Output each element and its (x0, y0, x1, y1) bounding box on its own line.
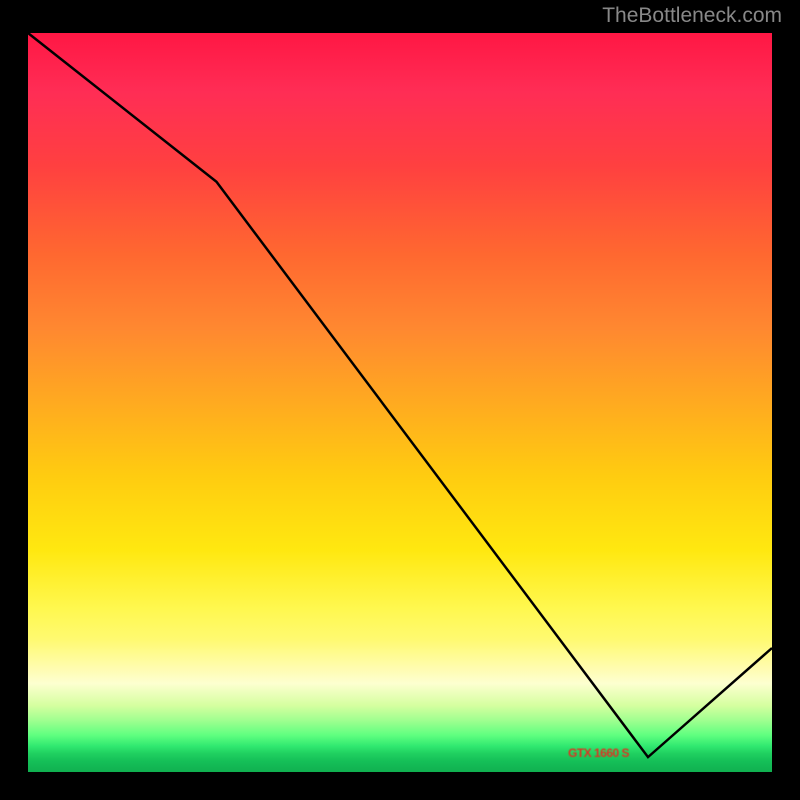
optimal-marker-label: GTX 1660 S (568, 746, 629, 760)
curve-line (28, 33, 772, 772)
attribution-text: TheBottleneck.com (602, 4, 782, 28)
chart-container: GTX 1660 S (25, 30, 775, 775)
